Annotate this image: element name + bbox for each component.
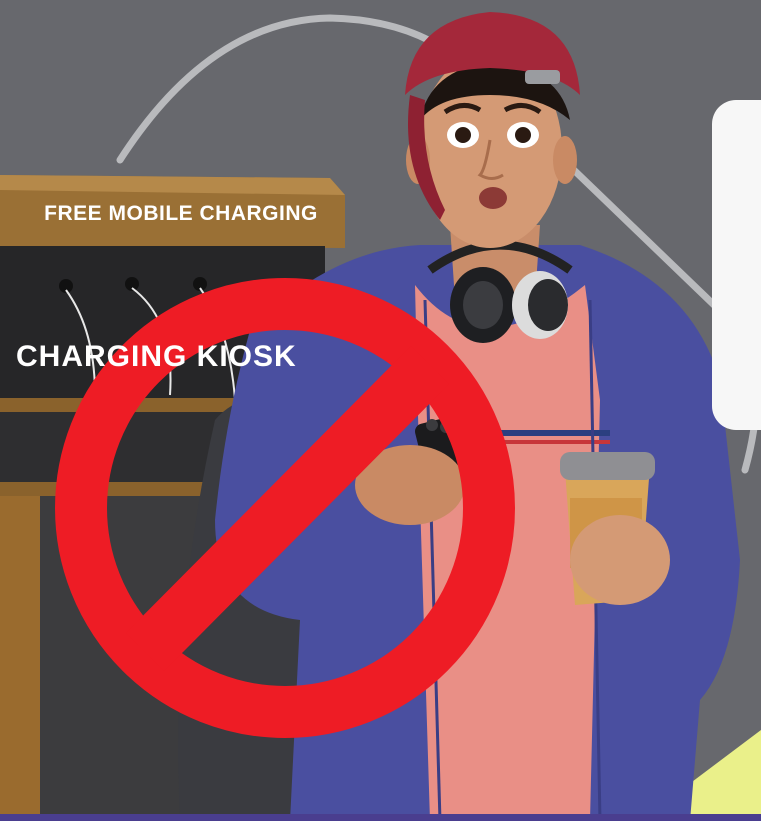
kiosk-sign-text: FREE MOBILE CHARGING (44, 202, 318, 225)
kiosk-panel-text: CHARGING KIOSK (16, 340, 297, 373)
scene: FREE MOBILE CHARGING CHARGING KIOSK (0, 0, 761, 821)
illustration (0, 12, 761, 821)
bottom-band (0, 814, 761, 821)
white-card (712, 100, 761, 430)
